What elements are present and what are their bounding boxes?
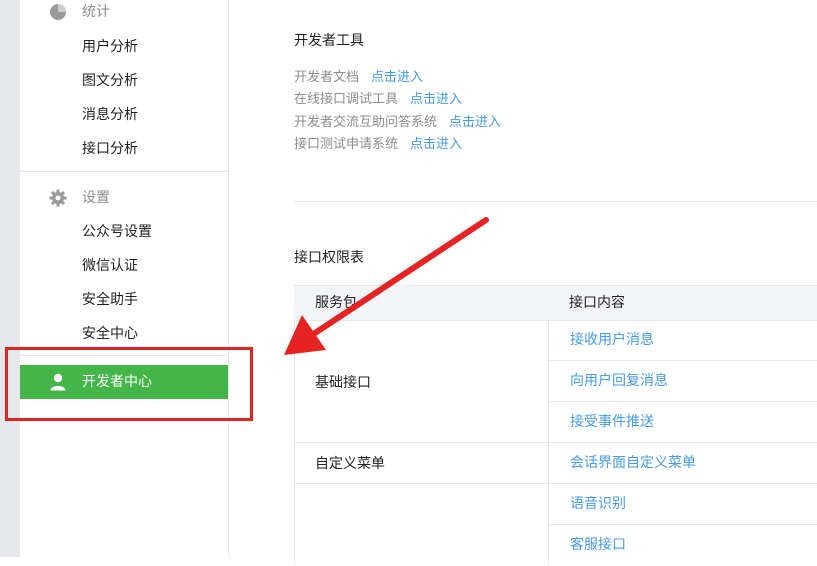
table-group-cell: 自定义菜单 xyxy=(294,443,549,484)
table-row[interactable]: 语音识别 xyxy=(549,484,817,525)
sidebar-item-label: 公众号设置 xyxy=(82,224,152,240)
sidebar-item-label: 安全中心 xyxy=(82,326,138,342)
sidebar-item-wechat-verification[interactable]: 微信认证 xyxy=(20,249,228,283)
dev-tool-row: 在线接口调试工具 点击进入 xyxy=(294,90,462,110)
sidebar-group-settings: 设置 xyxy=(20,185,228,213)
dev-tool-label: 开发者文档 xyxy=(294,70,360,85)
gear-icon xyxy=(49,189,67,207)
main-content: 开发者工具 开发者文档 点击进入 在线接口调试工具 点击进入 开发者交流互助问答系统… xyxy=(229,0,817,564)
sidebar-item-label: 微信认证 xyxy=(82,258,138,274)
dev-tool-link[interactable]: 点击进入 xyxy=(410,92,462,107)
dev-tool-row: 接口测试申请系统 点击进入 xyxy=(294,135,462,155)
table-row[interactable]: 接受事件推送 xyxy=(549,402,817,443)
service-name: 基础接口 xyxy=(315,375,371,391)
annotation-highlight-box xyxy=(5,347,253,421)
sidebar-divider xyxy=(20,171,228,172)
sidebar-item-article-analysis[interactable]: 图文分析 xyxy=(20,64,228,98)
column-header-content: 接口内容 xyxy=(569,295,625,311)
service-name: 自定义菜单 xyxy=(315,456,385,472)
dev-tool-link[interactable]: 点击进入 xyxy=(371,70,423,85)
sidebar: 统计 用户分析 图文分析 消息分析 接口分析 设置 公众号设置 微信认证 安全助… xyxy=(20,0,229,557)
left-gutter xyxy=(0,0,20,557)
sidebar-item-label: 图文分析 xyxy=(82,73,138,89)
dev-tool-row: 开发者文档 点击进入 xyxy=(294,68,423,88)
api-link[interactable]: 客服接口 xyxy=(570,525,626,565)
table-group-cell xyxy=(294,484,549,564)
dev-tool-label: 接口测试申请系统 xyxy=(294,137,399,152)
sidebar-item-label: 消息分析 xyxy=(82,107,138,123)
sidebar-item-user-analysis[interactable]: 用户分析 xyxy=(20,30,228,64)
table-header: 服务包 接口内容 xyxy=(294,285,817,321)
api-link[interactable]: 接受事件推送 xyxy=(570,402,654,442)
sidebar-item-label: 用户分析 xyxy=(82,39,138,55)
api-link[interactable]: 语音识别 xyxy=(570,484,626,524)
dev-tool-row: 开发者交流互助问答系统 点击进入 xyxy=(294,113,501,133)
dev-tool-label: 开发者交流互助问答系统 xyxy=(294,115,438,130)
api-link[interactable]: 向用户回复消息 xyxy=(570,361,668,401)
table-row[interactable]: 会话界面自定义菜单 xyxy=(549,443,817,484)
sidebar-group-label: 设置 xyxy=(82,190,110,206)
api-link[interactable]: 会话界面自定义菜单 xyxy=(570,443,696,483)
table-row[interactable]: 向用户回复消息 xyxy=(549,361,817,402)
sidebar-item-security-assistant[interactable]: 安全助手 xyxy=(20,283,228,317)
sidebar-group-label: 统计 xyxy=(82,4,110,20)
table-row[interactable]: 客服接口 xyxy=(549,525,817,566)
table-group-cell: 基础接口 xyxy=(294,320,549,443)
pie-chart-icon xyxy=(50,4,66,20)
dev-tool-link[interactable]: 点击进入 xyxy=(449,115,501,130)
column-header-service: 服务包 xyxy=(315,295,357,311)
permissions-title: 接口权限表 xyxy=(294,250,364,266)
sidebar-item-label: 安全助手 xyxy=(82,292,138,308)
section-divider xyxy=(294,201,817,202)
api-link[interactable]: 接收用户消息 xyxy=(570,320,654,360)
table-row[interactable]: 接收用户消息 xyxy=(549,320,817,361)
sidebar-item-account-settings[interactable]: 公众号设置 xyxy=(20,215,228,249)
dev-tools-title: 开发者工具 xyxy=(294,33,364,49)
sidebar-group-stats: 统计 xyxy=(20,0,228,27)
sidebar-item-message-analysis[interactable]: 消息分析 xyxy=(20,98,228,132)
dev-tool-label: 在线接口调试工具 xyxy=(294,92,399,107)
sidebar-item-security-center[interactable]: 安全中心 xyxy=(20,317,228,351)
sidebar-item-label: 接口分析 xyxy=(82,141,138,157)
sidebar-item-api-analysis[interactable]: 接口分析 xyxy=(20,132,228,166)
dev-tool-link[interactable]: 点击进入 xyxy=(410,137,462,152)
